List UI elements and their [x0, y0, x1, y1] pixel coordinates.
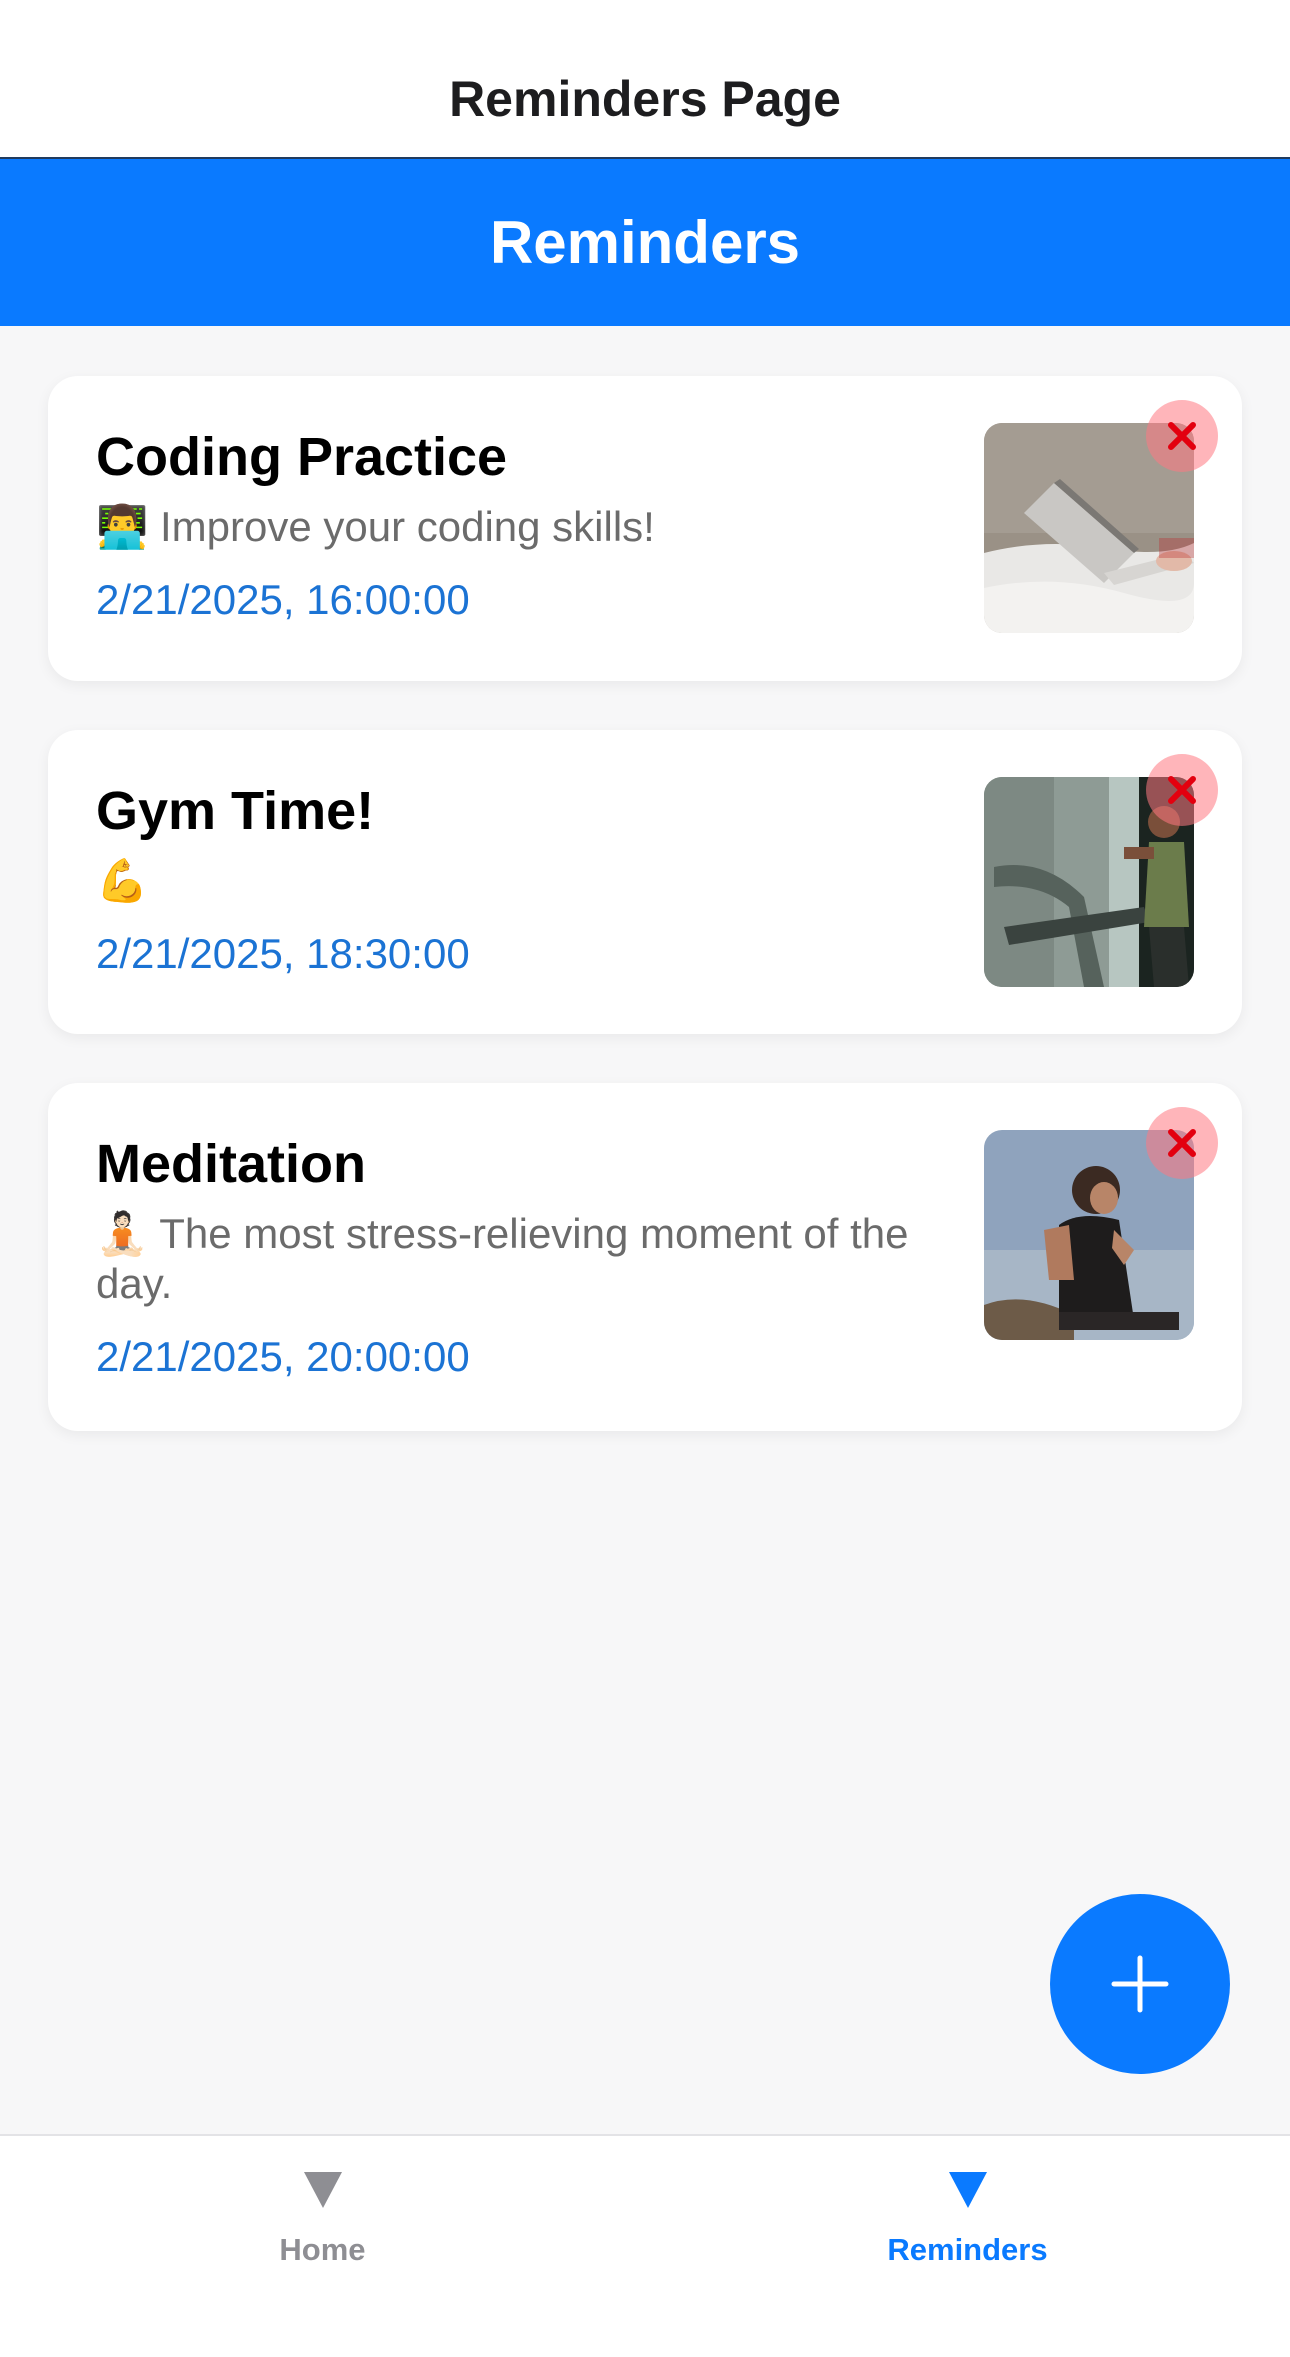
tab-reminders-label: Reminders	[887, 2232, 1048, 2267]
triangle-down-icon	[948, 2172, 987, 2208]
banner-title: Reminders	[489, 209, 801, 276]
page-title: Reminders Page	[449, 70, 841, 127]
navigation-header: Reminders Page	[0, 0, 1290, 159]
delete-reminder-button[interactable]	[1146, 400, 1218, 472]
reminder-datetime: 2/21/2025, 20:00:00	[96, 1333, 470, 1380]
reminder-description-text: Improve your coding skills!	[159, 503, 655, 550]
tab-home[interactable]: Home	[0, 2136, 645, 2296]
reminder-datetime: 2/21/2025, 18:30:00	[96, 930, 470, 977]
reminders-banner: Reminders	[0, 159, 1290, 326]
delete-reminder-button[interactable]	[1146, 754, 1218, 826]
triangle-down-icon	[303, 2172, 342, 2208]
reminder-description: 💪	[96, 856, 996, 906]
close-icon	[1168, 776, 1196, 804]
tab-home-label: Home	[279, 2232, 366, 2267]
add-reminder-button[interactable]	[1050, 1894, 1230, 2074]
plus-icon	[1111, 1955, 1169, 2013]
reminder-card[interactable]: Coding Practice 👨‍💻 Improve your coding …	[48, 376, 1242, 681]
delete-reminder-button[interactable]	[1146, 1107, 1218, 1179]
reminder-title: Gym Time!	[96, 781, 375, 841]
close-icon	[1168, 422, 1196, 450]
reminder-title: Coding Practice	[96, 427, 508, 487]
reminder-emoji: 💪	[96, 857, 149, 904]
reminder-description: 🧘🏻 The most stress-relieving moment of t…	[96, 1209, 996, 1309]
reminder-emoji: 🧘🏻	[96, 1210, 149, 1257]
reminder-description: 👨‍💻 Improve your coding skills!	[96, 502, 996, 552]
tab-reminders[interactable]: Reminders	[645, 2136, 1290, 2296]
reminder-card[interactable]: Gym Time! 💪 2/21/2025, 18:30:00	[48, 730, 1242, 1034]
close-icon	[1168, 1129, 1196, 1157]
reminder-title: Meditation	[96, 1134, 366, 1194]
reminder-datetime: 2/21/2025, 16:00:00	[96, 576, 470, 623]
reminder-description-text: The most stress-relieving moment of the …	[96, 1210, 909, 1307]
bottom-tab-bar: Home Reminders	[0, 2134, 1290, 2357]
reminder-card[interactable]: Meditation 🧘🏻 The most stress-relieving …	[48, 1083, 1242, 1431]
reminders-screen: Reminders Page Reminders Coding Practice…	[0, 0, 1290, 2357]
reminder-emoji: 👨‍💻	[96, 503, 149, 550]
